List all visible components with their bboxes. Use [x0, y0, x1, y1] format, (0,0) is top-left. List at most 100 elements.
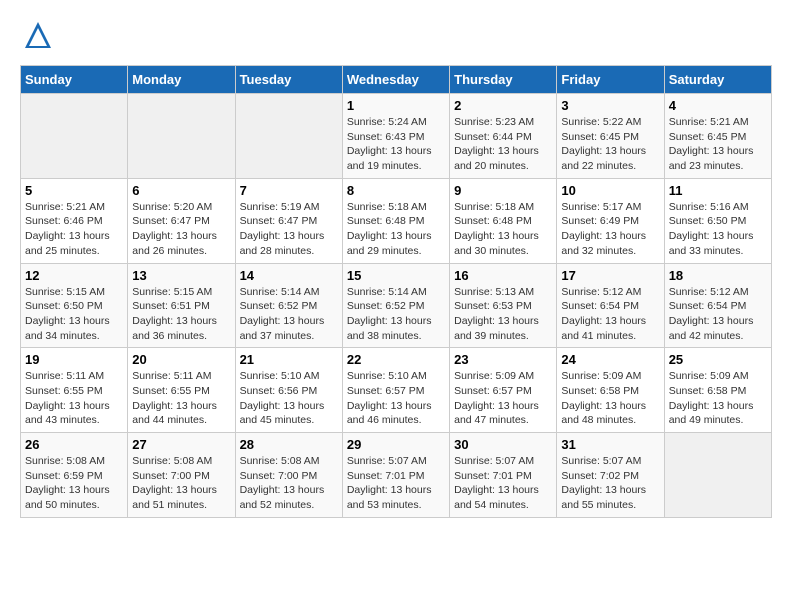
calendar-cell [21, 94, 128, 179]
day-number: 21 [240, 352, 338, 367]
calendar-cell: 5Sunrise: 5:21 AM Sunset: 6:46 PM Daylig… [21, 178, 128, 263]
calendar-cell: 9 Sunrise: 5:18 AM Sunset: 6:48 PM Daylig… [450, 178, 557, 263]
day-number: 10 [561, 183, 659, 198]
calendar-cell: 20 Sunrise: 5:11 AM Sunset: 6:55 PM Dayli… [128, 348, 235, 433]
day-info: Sunrise: 5:15 AM Sunset: 6:51 PM Dayligh… [132, 285, 230, 344]
calendar-table: SundayMondayTuesdayWednesdayThursdayFrid… [20, 65, 772, 518]
weekday-header-row: SundayMondayTuesdayWednesdayThursdayFrid… [21, 66, 772, 94]
day-info: Sunrise: 5:17 AM Sunset: 6:49 PM Dayligh… [561, 200, 659, 259]
day-info: Sunrise: 5:09 AM Sunset: 6:58 PM Dayligh… [561, 369, 659, 428]
calendar-cell: 10 Sunrise: 5:17 AM Sunset: 6:49 PM Dayli… [557, 178, 664, 263]
calendar-week-row: 19 Sunrise: 5:11 AM Sunset: 6:55 PM Dayli… [21, 348, 772, 433]
calendar-cell: 3 Sunrise: 5:22 AM Sunset: 6:45 PM Daylig… [557, 94, 664, 179]
calendar-cell: 7 Sunrise: 5:19 AM Sunset: 6:47 PM Daylig… [235, 178, 342, 263]
calendar-cell [128, 94, 235, 179]
calendar-week-row: 5Sunrise: 5:21 AM Sunset: 6:46 PM Daylig… [21, 178, 772, 263]
calendar-cell: 18 Sunrise: 5:12 AM Sunset: 6:54 PM Dayli… [664, 263, 771, 348]
day-info: Sunrise: 5:12 AM Sunset: 6:54 PM Dayligh… [669, 285, 767, 344]
calendar-cell: 2 Sunrise: 5:23 AM Sunset: 6:44 PM Daylig… [450, 94, 557, 179]
calendar-cell: 17 Sunrise: 5:12 AM Sunset: 6:54 PM Dayli… [557, 263, 664, 348]
day-number: 20 [132, 352, 230, 367]
weekday-header: Friday [557, 66, 664, 94]
day-number: 9 [454, 183, 552, 198]
calendar-cell [235, 94, 342, 179]
day-info: Sunrise: 5:23 AM Sunset: 6:44 PM Dayligh… [454, 115, 552, 174]
day-number: 17 [561, 268, 659, 283]
day-info: Sunrise: 5:24 AM Sunset: 6:43 PM Dayligh… [347, 115, 445, 174]
weekday-header: Saturday [664, 66, 771, 94]
day-number: 16 [454, 268, 552, 283]
day-info: Sunrise: 5:18 AM Sunset: 6:48 PM Dayligh… [454, 200, 552, 259]
day-info: Sunrise: 5:08 AM Sunset: 7:00 PM Dayligh… [132, 454, 230, 513]
calendar-cell: 30 Sunrise: 5:07 AM Sunset: 7:01 PM Dayli… [450, 433, 557, 518]
day-number: 23 [454, 352, 552, 367]
day-info: Sunrise: 5:11 AM Sunset: 6:55 PM Dayligh… [25, 369, 123, 428]
day-number: 7 [240, 183, 338, 198]
calendar-week-row: 12 Sunrise: 5:15 AM Sunset: 6:50 PM Dayli… [21, 263, 772, 348]
day-number: 4 [669, 98, 767, 113]
day-info: Sunrise: 5:15 AM Sunset: 6:50 PM Dayligh… [25, 285, 123, 344]
day-number: 30 [454, 437, 552, 452]
weekday-header: Tuesday [235, 66, 342, 94]
day-number: 29 [347, 437, 445, 452]
calendar-week-row: 1 Sunrise: 5:24 AM Sunset: 6:43 PM Daylig… [21, 94, 772, 179]
weekday-header: Thursday [450, 66, 557, 94]
day-number: 27 [132, 437, 230, 452]
day-number: 1 [347, 98, 445, 113]
day-number: 3 [561, 98, 659, 113]
calendar-cell: 15 Sunrise: 5:14 AM Sunset: 6:52 PM Dayli… [342, 263, 449, 348]
weekday-header: Monday [128, 66, 235, 94]
day-info: Sunrise: 5:14 AM Sunset: 6:52 PM Dayligh… [240, 285, 338, 344]
day-number: 2 [454, 98, 552, 113]
day-info: Sunrise: 5:20 AM Sunset: 6:47 PM Dayligh… [132, 200, 230, 259]
day-info: Sunrise: 5:08 AM Sunset: 7:00 PM Dayligh… [240, 454, 338, 513]
day-number: 24 [561, 352, 659, 367]
day-info: Sunrise: 5:11 AM Sunset: 6:55 PM Dayligh… [132, 369, 230, 428]
calendar-cell: 13Sunrise: 5:15 AM Sunset: 6:51 PM Dayli… [128, 263, 235, 348]
calendar-cell: 11 Sunrise: 5:16 AM Sunset: 6:50 PM Dayli… [664, 178, 771, 263]
calendar-cell: 29 Sunrise: 5:07 AM Sunset: 7:01 PM Dayli… [342, 433, 449, 518]
calendar-cell [664, 433, 771, 518]
calendar-cell: 25Sunrise: 5:09 AM Sunset: 6:58 PM Dayli… [664, 348, 771, 433]
calendar-cell: 8Sunrise: 5:18 AM Sunset: 6:48 PM Daylig… [342, 178, 449, 263]
day-info: Sunrise: 5:10 AM Sunset: 6:57 PM Dayligh… [347, 369, 445, 428]
day-info: Sunrise: 5:13 AM Sunset: 6:53 PM Dayligh… [454, 285, 552, 344]
day-info: Sunrise: 5:07 AM Sunset: 7:01 PM Dayligh… [454, 454, 552, 513]
weekday-header: Sunday [21, 66, 128, 94]
day-number: 28 [240, 437, 338, 452]
day-number: 6 [132, 183, 230, 198]
day-number: 11 [669, 183, 767, 198]
day-number: 26 [25, 437, 123, 452]
logo-icon [23, 20, 53, 50]
calendar-cell: 28 Sunrise: 5:08 AM Sunset: 7:00 PM Dayli… [235, 433, 342, 518]
day-info: Sunrise: 5:22 AM Sunset: 6:45 PM Dayligh… [561, 115, 659, 174]
day-info: Sunrise: 5:12 AM Sunset: 6:54 PM Dayligh… [561, 285, 659, 344]
day-info: Sunrise: 5:09 AM Sunset: 6:58 PM Dayligh… [669, 369, 767, 428]
day-number: 31 [561, 437, 659, 452]
day-info: Sunrise: 5:07 AM Sunset: 7:02 PM Dayligh… [561, 454, 659, 513]
day-number: 12 [25, 268, 123, 283]
calendar-cell: 24 Sunrise: 5:09 AM Sunset: 6:58 PM Dayli… [557, 348, 664, 433]
calendar-cell: 22 Sunrise: 5:10 AM Sunset: 6:57 PM Dayli… [342, 348, 449, 433]
day-info: Sunrise: 5:16 AM Sunset: 6:50 PM Dayligh… [669, 200, 767, 259]
day-info: Sunrise: 5:14 AM Sunset: 6:52 PM Dayligh… [347, 285, 445, 344]
day-info: Sunrise: 5:09 AM Sunset: 6:57 PM Dayligh… [454, 369, 552, 428]
day-info: Sunrise: 5:19 AM Sunset: 6:47 PM Dayligh… [240, 200, 338, 259]
calendar-cell: 31 Sunrise: 5:07 AM Sunset: 7:02 PM Dayli… [557, 433, 664, 518]
calendar-cell: 19 Sunrise: 5:11 AM Sunset: 6:55 PM Dayli… [21, 348, 128, 433]
day-number: 14 [240, 268, 338, 283]
calendar-cell: 12 Sunrise: 5:15 AM Sunset: 6:50 PM Dayli… [21, 263, 128, 348]
day-number: 5 [25, 183, 123, 198]
day-info: Sunrise: 5:21 AM Sunset: 6:45 PM Dayligh… [669, 115, 767, 174]
calendar-cell: 26 Sunrise: 5:08 AM Sunset: 6:59 PM Dayli… [21, 433, 128, 518]
day-info: Sunrise: 5:07 AM Sunset: 7:01 PM Dayligh… [347, 454, 445, 513]
calendar-week-row: 26 Sunrise: 5:08 AM Sunset: 6:59 PM Dayli… [21, 433, 772, 518]
day-info: Sunrise: 5:08 AM Sunset: 6:59 PM Dayligh… [25, 454, 123, 513]
calendar-cell: 1 Sunrise: 5:24 AM Sunset: 6:43 PM Daylig… [342, 94, 449, 179]
calendar-cell: 4 Sunrise: 5:21 AM Sunset: 6:45 PM Daylig… [664, 94, 771, 179]
day-number: 19 [25, 352, 123, 367]
day-number: 18 [669, 268, 767, 283]
logo [20, 20, 53, 55]
day-number: 22 [347, 352, 445, 367]
day-number: 15 [347, 268, 445, 283]
